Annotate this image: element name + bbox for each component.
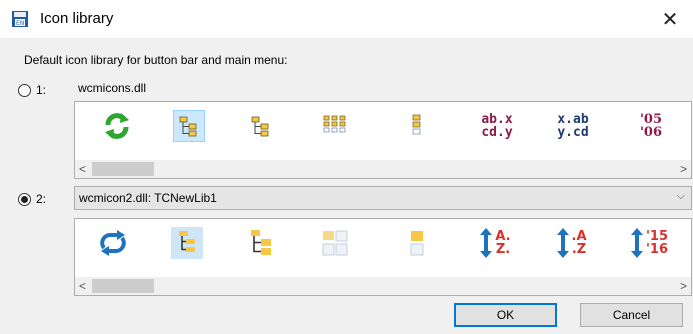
radio-button[interactable]: [18, 83, 31, 97]
sort-az-alt-icon[interactable]: .A .Z: [551, 227, 591, 259]
tree-selected-icon[interactable]: [173, 110, 205, 142]
app-icon: EN: [12, 11, 28, 27]
icon-panel-2[interactable]: A. Z. .A .Z '15'16 < >: [74, 218, 692, 296]
radio-button-checked[interactable]: [18, 192, 31, 206]
window-title: Icon library: [40, 10, 114, 27]
option-2-radio[interactable]: 2:: [18, 192, 46, 206]
close-button[interactable]: ✕: [647, 0, 693, 38]
vertical-list-icon[interactable]: [401, 110, 433, 142]
library-dropdown[interactable]: wcmicon2.dll: TCNewLib1 ⌵: [74, 186, 692, 210]
scroll-thumb[interactable]: [92, 162, 154, 176]
scroll-right-icon[interactable]: >: [680, 162, 687, 176]
icon-panel-1[interactable]: ab.x cd.y x.ab y.cd '05'06 < >: [74, 101, 692, 179]
radio-label: 1:: [36, 83, 47, 97]
svg-text:EN: EN: [16, 20, 24, 27]
tree-highlight-icon[interactable]: [171, 227, 203, 259]
horizontal-scrollbar[interactable]: < >: [75, 160, 691, 178]
scroll-left-icon[interactable]: <: [79, 162, 86, 176]
tree-icon[interactable]: [245, 110, 277, 142]
ok-button[interactable]: OK: [454, 303, 557, 327]
horizontal-scrollbar[interactable]: < >: [75, 277, 691, 295]
library-name-1: wcmicons.dll: [78, 81, 147, 95]
refresh-blue-icon[interactable]: [97, 227, 129, 259]
description-label: Default icon library for button bar and …: [24, 53, 288, 67]
scroll-thumb[interactable]: [92, 279, 154, 293]
chevron-down-icon: ⌵: [676, 190, 685, 202]
scroll-right-icon[interactable]: >: [680, 279, 687, 293]
text-05-06-icon[interactable]: '05'06: [631, 110, 671, 142]
dropdown-value: wcmicon2.dll: TCNewLib1: [79, 191, 217, 205]
option-1-radio[interactable]: 1:: [18, 83, 46, 97]
text-ab-x-icon[interactable]: ab.x cd.y: [475, 110, 519, 142]
refresh-green-icon[interactable]: [101, 110, 133, 142]
text-x-ab-icon[interactable]: x.ab y.cd: [551, 110, 595, 142]
title-bar: EN Icon library ✕: [0, 0, 693, 38]
sort-az-icon[interactable]: A. Z.: [475, 227, 515, 259]
grid-icon[interactable]: [319, 110, 351, 142]
cancel-button[interactable]: Cancel: [580, 303, 683, 327]
radio-label: 2:: [36, 192, 47, 206]
close-icon: ✕: [661, 8, 679, 31]
folders-grid-icon[interactable]: [319, 227, 351, 259]
sort-15-16-icon[interactable]: '15'16: [627, 227, 671, 259]
folder-file-icon[interactable]: [401, 227, 433, 259]
tree-folders-icon[interactable]: [245, 227, 277, 259]
scroll-left-icon[interactable]: <: [79, 279, 86, 293]
